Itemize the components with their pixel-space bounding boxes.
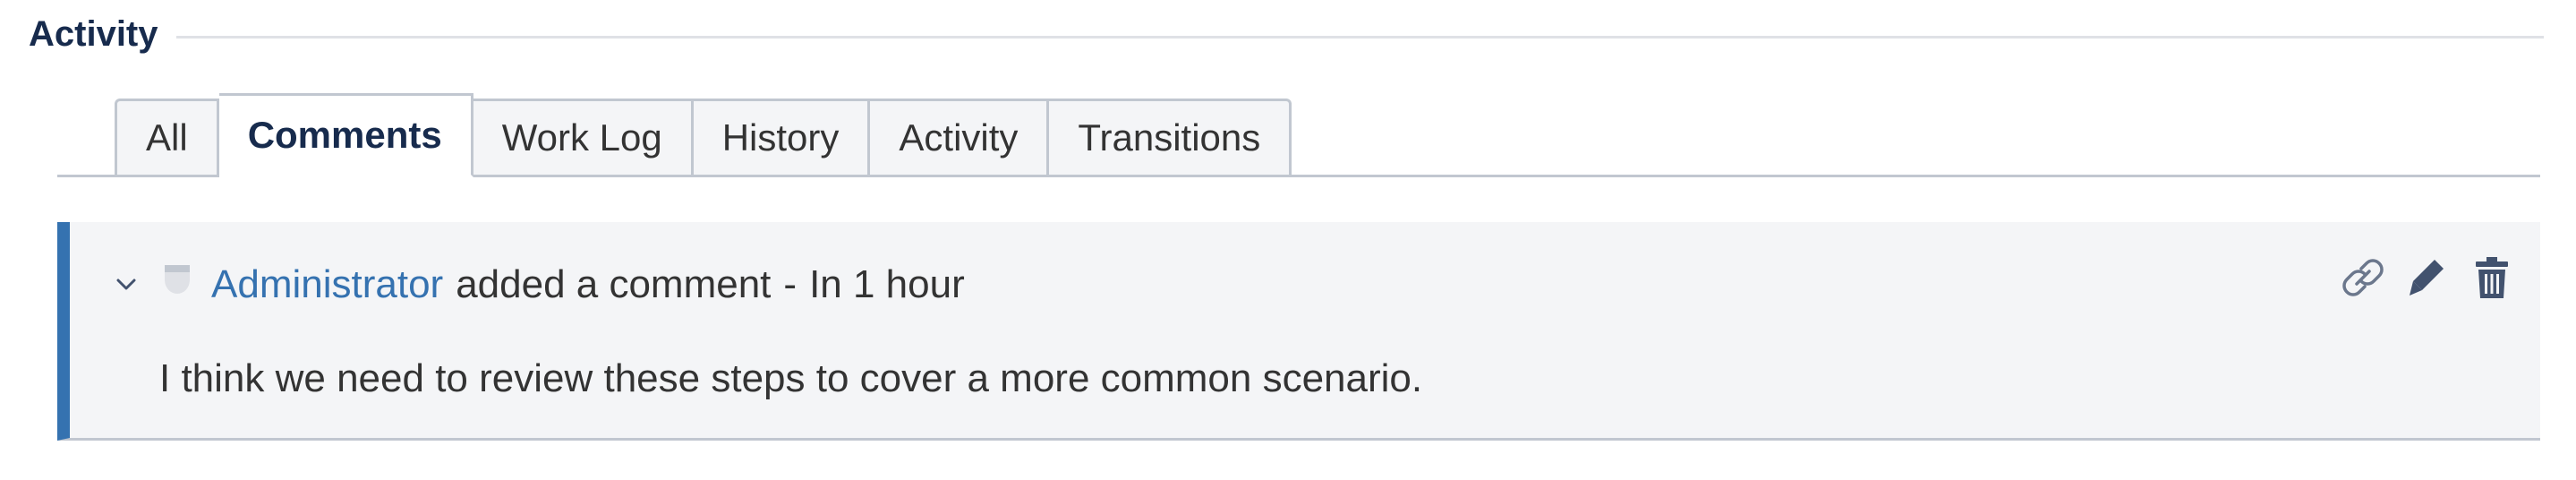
trash-icon[interactable] bbox=[2470, 254, 2513, 301]
comment-header: Administrator added a comment - In 1 hou… bbox=[113, 258, 965, 312]
section-divider bbox=[175, 35, 2544, 39]
tab-transitions[interactable]: Transitions bbox=[1049, 99, 1292, 177]
comment-body: I think we need to review these steps to… bbox=[159, 356, 1423, 400]
activity-section-header: Activity bbox=[29, 9, 2544, 59]
comment-actions bbox=[2341, 254, 2513, 301]
tab-activity[interactable]: Activity bbox=[870, 99, 1050, 177]
chevron-down-icon[interactable] bbox=[113, 271, 140, 298]
user-avatar bbox=[159, 261, 195, 297]
comment-item: Administrator added a comment - In 1 hou… bbox=[57, 222, 2540, 441]
link-icon[interactable] bbox=[2341, 254, 2384, 301]
section-title: Activity bbox=[29, 13, 158, 54]
pencil-icon[interactable] bbox=[2406, 254, 2449, 301]
tab-all[interactable]: All bbox=[115, 99, 219, 177]
tab-work-log[interactable]: Work Log bbox=[473, 99, 694, 177]
activity-tabs: All Comments Work Log History Activity T… bbox=[57, 93, 2540, 177]
comment-action-text: added a comment bbox=[456, 262, 772, 306]
comment-separator: - bbox=[783, 262, 798, 306]
tab-list: All Comments Work Log History Activity T… bbox=[115, 93, 1292, 177]
tab-comments[interactable]: Comments bbox=[218, 93, 473, 177]
comment-author-link[interactable]: Administrator bbox=[211, 262, 443, 307]
comment-timestamp[interactable]: In 1 hour bbox=[809, 262, 965, 307]
tab-history[interactable]: History bbox=[693, 99, 871, 177]
